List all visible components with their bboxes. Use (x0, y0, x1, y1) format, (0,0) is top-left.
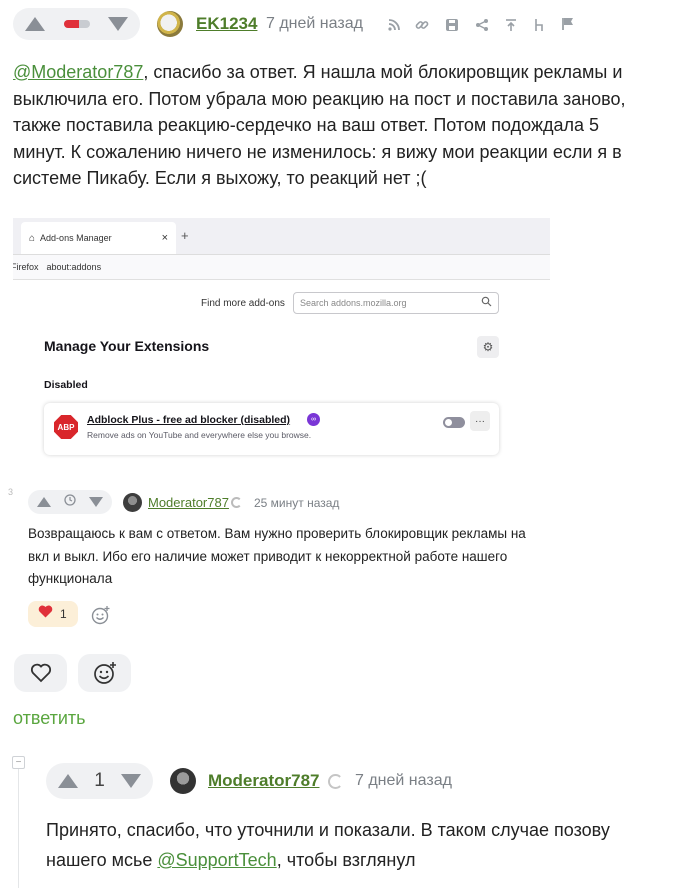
comment-line: выключила его. Потом убрала мою реакцию … (13, 88, 626, 109)
online-icon (231, 497, 242, 508)
like-reaction-button[interactable] (14, 654, 67, 692)
quoted-avatar[interactable] (123, 493, 142, 512)
comment-time: 7 дней назад (266, 15, 363, 32)
adblock-icon: ABP (54, 415, 78, 439)
reply-avatar[interactable] (170, 768, 196, 794)
smile-plus-icon (93, 662, 116, 684)
quoted-body: Возвращаюсь к вам с ответом. Вам нужно п… (28, 523, 588, 591)
reply-rating-widget: 1 (46, 763, 153, 799)
mention-link[interactable]: @SupportTech (157, 850, 276, 870)
addons-search-input: Search addons.mozilla.org (293, 292, 499, 314)
reply-downvote-button[interactable] (120, 774, 141, 788)
quoted-add-reaction-icon (88, 603, 114, 627)
extension-toggle (443, 417, 465, 428)
more-options-icon: ··· (470, 411, 490, 431)
comment-line: также поставила реакцию-сердечко на ваш … (13, 115, 600, 135)
close-tab-icon: × (161, 232, 168, 244)
browser-tabbar: ⌂ Add-ons Manager × + (13, 218, 550, 254)
reply-online-icon (328, 774, 343, 789)
puzzle-icon: ⌂ (29, 232, 36, 244)
quoted-line: Возвращаюсь к вам с ответом. Вам нужно п… (28, 526, 526, 541)
branch-icon[interactable] (531, 17, 547, 33)
heart-count: 1 (60, 607, 67, 621)
downvote-button[interactable] (108, 17, 128, 31)
quoted-line: вкл и выкл. Ибо его наличие может привод… (28, 548, 508, 564)
gear-icon: ⚙ (477, 336, 499, 358)
new-tab-icon: + (181, 228, 189, 243)
link-icon[interactable] (414, 17, 430, 33)
quoted-downvote-button[interactable] (89, 497, 103, 507)
reply-author[interactable]: Moderator787 (208, 771, 319, 791)
extension-name: Adblock Plus - free ad blocker (disabled… (87, 414, 291, 426)
rating-bar (63, 20, 90, 28)
reply-line: Принято, спасибо, что уточнили и показал… (46, 820, 610, 840)
heart-outline-icon (30, 663, 51, 683)
search-icon (481, 296, 492, 309)
thread-line (18, 767, 19, 888)
save-icon[interactable] (444, 17, 460, 33)
rating-widget (13, 8, 140, 40)
extension-description: Remove ads on YouTube and everywhere els… (87, 430, 312, 440)
comment-line: минут. К сожалению ничего не изменилось:… (13, 141, 622, 162)
reply-upvote-button[interactable] (58, 774, 78, 788)
attached-screenshot[interactable]: ⌂ Add-ons Manager × + Firefox about:addo… (13, 218, 550, 482)
reply-line: нашего мсье @SupportTech, чтобы взглянул (46, 850, 416, 870)
quoted-author[interactable]: Moderator787 (148, 495, 229, 510)
extensions-heading: Manage Your Extensions (44, 338, 210, 354)
margin-digit: 3 (8, 487, 14, 497)
add-reaction-button[interactable] (78, 654, 131, 692)
browser-urlbar: Firefox about:addons (13, 254, 550, 280)
recommended-badge-icon: ∞ (307, 413, 320, 426)
comment-line: @Moderator787, спасибо за ответ. Я нашла… (13, 62, 623, 82)
collapse-button[interactable]: − (12, 756, 25, 769)
flag-icon[interactable] (560, 16, 576, 32)
avatar[interactable] (157, 11, 183, 37)
browser-tab: ⌂ Add-ons Manager × (21, 222, 176, 254)
reply-link[interactable]: ответить (13, 708, 86, 729)
heart-icon (38, 605, 53, 623)
quoted-upvote-button[interactable] (37, 497, 51, 507)
reply-body: Принято, спасибо, что уточнили и показал… (46, 815, 696, 875)
share-icon[interactable] (474, 17, 490, 33)
clock-icon (64, 493, 76, 511)
disabled-section-label: Disabled (44, 379, 88, 391)
quoted-rating-widget (28, 490, 112, 514)
upvote-button[interactable] (25, 17, 45, 31)
quoted-heart-reaction: 1 (28, 601, 78, 627)
branch-up-icon[interactable] (503, 17, 519, 33)
comment-line: системе Пикабу. Если я выхожу, то реакци… (13, 168, 427, 188)
mention-link[interactable]: @Moderator787 (13, 62, 143, 82)
comment-author[interactable]: EK1234 (196, 14, 257, 34)
comment-body: @Moderator787, спасибо за ответ. Я нашла… (13, 59, 693, 192)
rss-icon[interactable] (386, 17, 402, 33)
reply-time: 7 дней назад (355, 772, 452, 789)
quoted-time: 25 минут назад (254, 496, 340, 510)
reply-rating-value: 1 (94, 770, 105, 791)
find-addons-label: Find more add-ons (201, 298, 285, 309)
quoted-line: функционала (28, 571, 113, 586)
extension-card: ABP Adblock Plus - free ad blocker (disa… (44, 403, 499, 455)
